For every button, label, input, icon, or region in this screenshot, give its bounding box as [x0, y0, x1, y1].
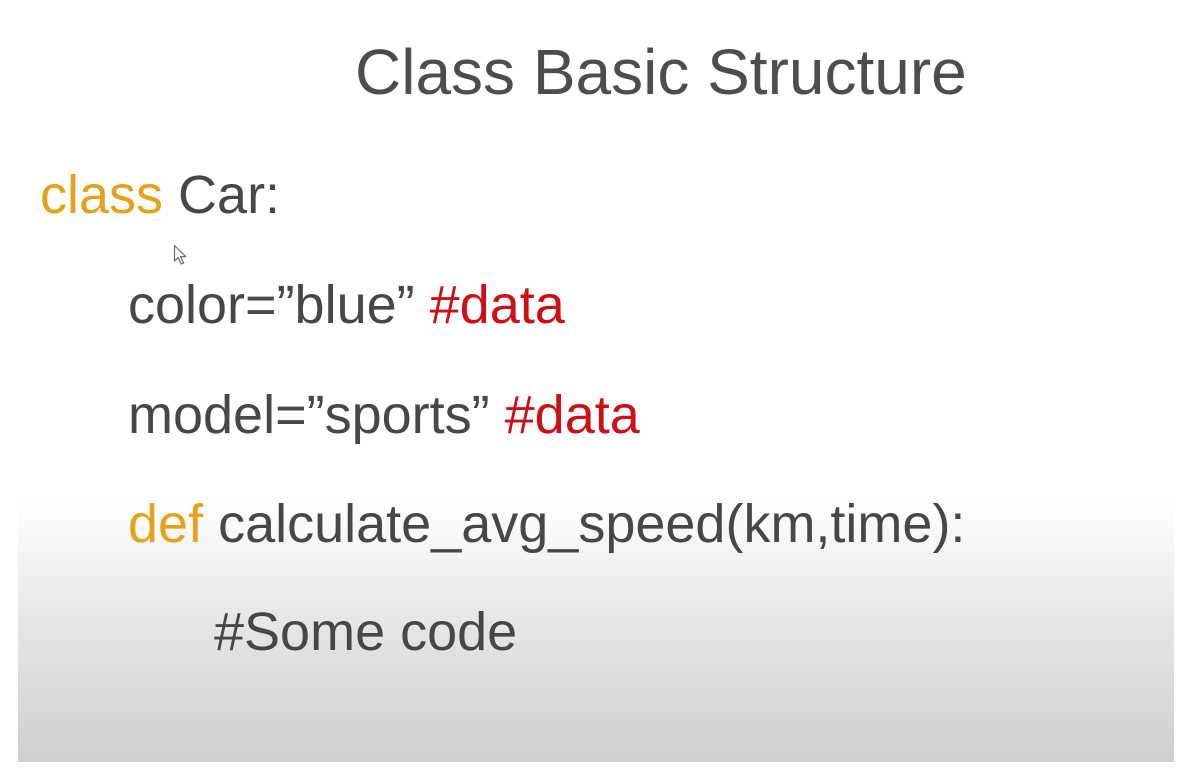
model-assignment: model=”sports” [128, 385, 505, 445]
color-comment: #data [429, 275, 565, 335]
class-name: Car: [163, 165, 281, 225]
mouse-pointer-icon [173, 244, 187, 265]
def-signature: calculate_avg_speed(km,time): [203, 494, 966, 554]
code-line-body: #Some code [214, 600, 517, 664]
model-comment: #data [504, 385, 640, 445]
body-comment: #Some code [214, 602, 518, 662]
code-line-model: model=”sports” #data [128, 383, 640, 447]
color-assignment: color=”blue” [128, 275, 430, 335]
code-line-color: color=”blue” #data [128, 273, 565, 337]
code-line-def: def calculate_avg_speed(km,time): [128, 492, 965, 556]
class-keyword: class [40, 165, 164, 225]
slide: Class Basic Structure class Car: color=”… [0, 0, 1199, 776]
def-keyword: def [128, 494, 204, 554]
code-line-class: class Car: [40, 163, 280, 227]
slide-right-margin [1174, 0, 1199, 776]
slide-title: Class Basic Structure [355, 36, 967, 108]
